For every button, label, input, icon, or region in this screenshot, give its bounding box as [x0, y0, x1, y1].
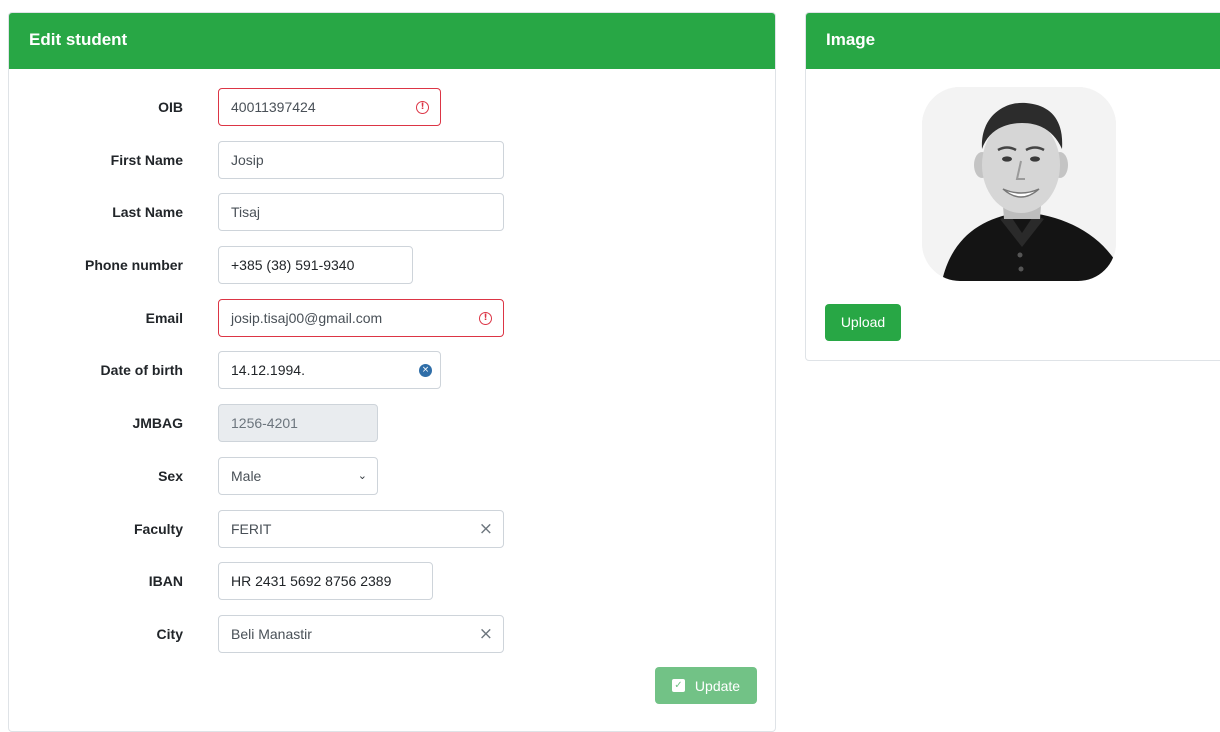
- email-label: Email: [145, 310, 183, 326]
- sex-select[interactable]: Male ⌄: [218, 457, 378, 495]
- exclamation-circle-icon: !: [479, 311, 492, 325]
- sex-row: Sex Male ⌄: [9, 457, 769, 495]
- chevron-down-icon: ⌄: [357, 469, 367, 482]
- image-card: Image Upload: [805, 12, 1220, 361]
- oib-label: OIB: [158, 99, 183, 115]
- city-label: City: [156, 626, 183, 642]
- check-square-icon: ✓: [671, 679, 685, 692]
- dob-input[interactable]: 14.12.1994. ×: [218, 351, 441, 389]
- jmbag-label: JMBAG: [132, 415, 183, 431]
- last-name-row: Last Name Tisaj: [9, 193, 769, 231]
- phone-value: +385 (38) 591-9340: [231, 257, 355, 273]
- email-input[interactable]: josip.tisaj00@gmail.com !: [218, 299, 504, 337]
- dob-label: Date of birth: [100, 362, 183, 378]
- first-name-value: Josip: [231, 152, 264, 168]
- email-row: Email josip.tisaj00@gmail.com !: [9, 299, 769, 337]
- faculty-label: Faculty: [133, 521, 183, 537]
- upload-button[interactable]: Upload: [825, 304, 901, 341]
- iban-label: IBAN: [148, 573, 183, 589]
- iban-input[interactable]: HR 2431 5692 8756 2389: [218, 562, 433, 600]
- jmbag-value: 1256-4201: [231, 415, 298, 431]
- iban-row: IBAN HR 2431 5692 8756 2389: [9, 562, 769, 600]
- first-name-label: First Name: [110, 152, 183, 168]
- dob-value: 14.12.1994.: [231, 362, 305, 378]
- exclamation-circle-icon: !: [416, 100, 429, 114]
- oib-value: 40011397424: [231, 99, 316, 115]
- city-input[interactable]: Beli Manastir ×: [218, 615, 504, 653]
- phone-row: Phone number +385 (38) 591-9340: [9, 246, 769, 284]
- faculty-value: FERIT: [231, 521, 272, 537]
- faculty-row: Faculty FERIT ×: [9, 510, 769, 548]
- last-name-input[interactable]: Tisaj: [218, 193, 504, 231]
- jmbag-row: JMBAG 1256-4201: [9, 404, 769, 442]
- city-row: City Beli Manastir ×: [9, 615, 769, 653]
- clear-date-icon[interactable]: ×: [419, 363, 432, 377]
- image-title: Image: [806, 13, 1220, 69]
- first-name-input[interactable]: Josip: [218, 141, 504, 179]
- student-photo-graphic: [922, 87, 1116, 281]
- jmbag-input: 1256-4201: [218, 404, 378, 442]
- student-photo: [922, 87, 1116, 281]
- iban-value: HR 2431 5692 8756 2389: [231, 573, 392, 589]
- last-name-value: Tisaj: [231, 204, 261, 220]
- city-value: Beli Manastir: [231, 626, 312, 642]
- email-value: josip.tisaj00@gmail.com: [231, 310, 383, 326]
- update-label: Update: [694, 677, 741, 694]
- sex-value: Male: [231, 468, 262, 484]
- x-icon[interactable]: ×: [479, 511, 493, 547]
- phone-input[interactable]: +385 (38) 591-9340: [218, 246, 413, 284]
- phone-label: Phone number: [84, 257, 183, 273]
- edit-student-card: Edit student OIB 40011397424 ! First Nam…: [8, 12, 776, 732]
- dob-row: Date of birth 14.12.1994. ×: [9, 351, 769, 389]
- sex-label: Sex: [158, 468, 183, 484]
- oib-input[interactable]: 40011397424 !: [218, 88, 441, 126]
- oib-row: OIB 40011397424 !: [9, 88, 769, 126]
- faculty-input[interactable]: FERIT ×: [218, 510, 504, 548]
- first-name-row: First Name Josip: [9, 141, 769, 179]
- update-button[interactable]: ✓ Update: [655, 667, 757, 704]
- last-name-label: Last Name: [112, 204, 183, 220]
- x-icon[interactable]: ×: [479, 616, 493, 652]
- edit-student-title: Edit student: [9, 13, 775, 69]
